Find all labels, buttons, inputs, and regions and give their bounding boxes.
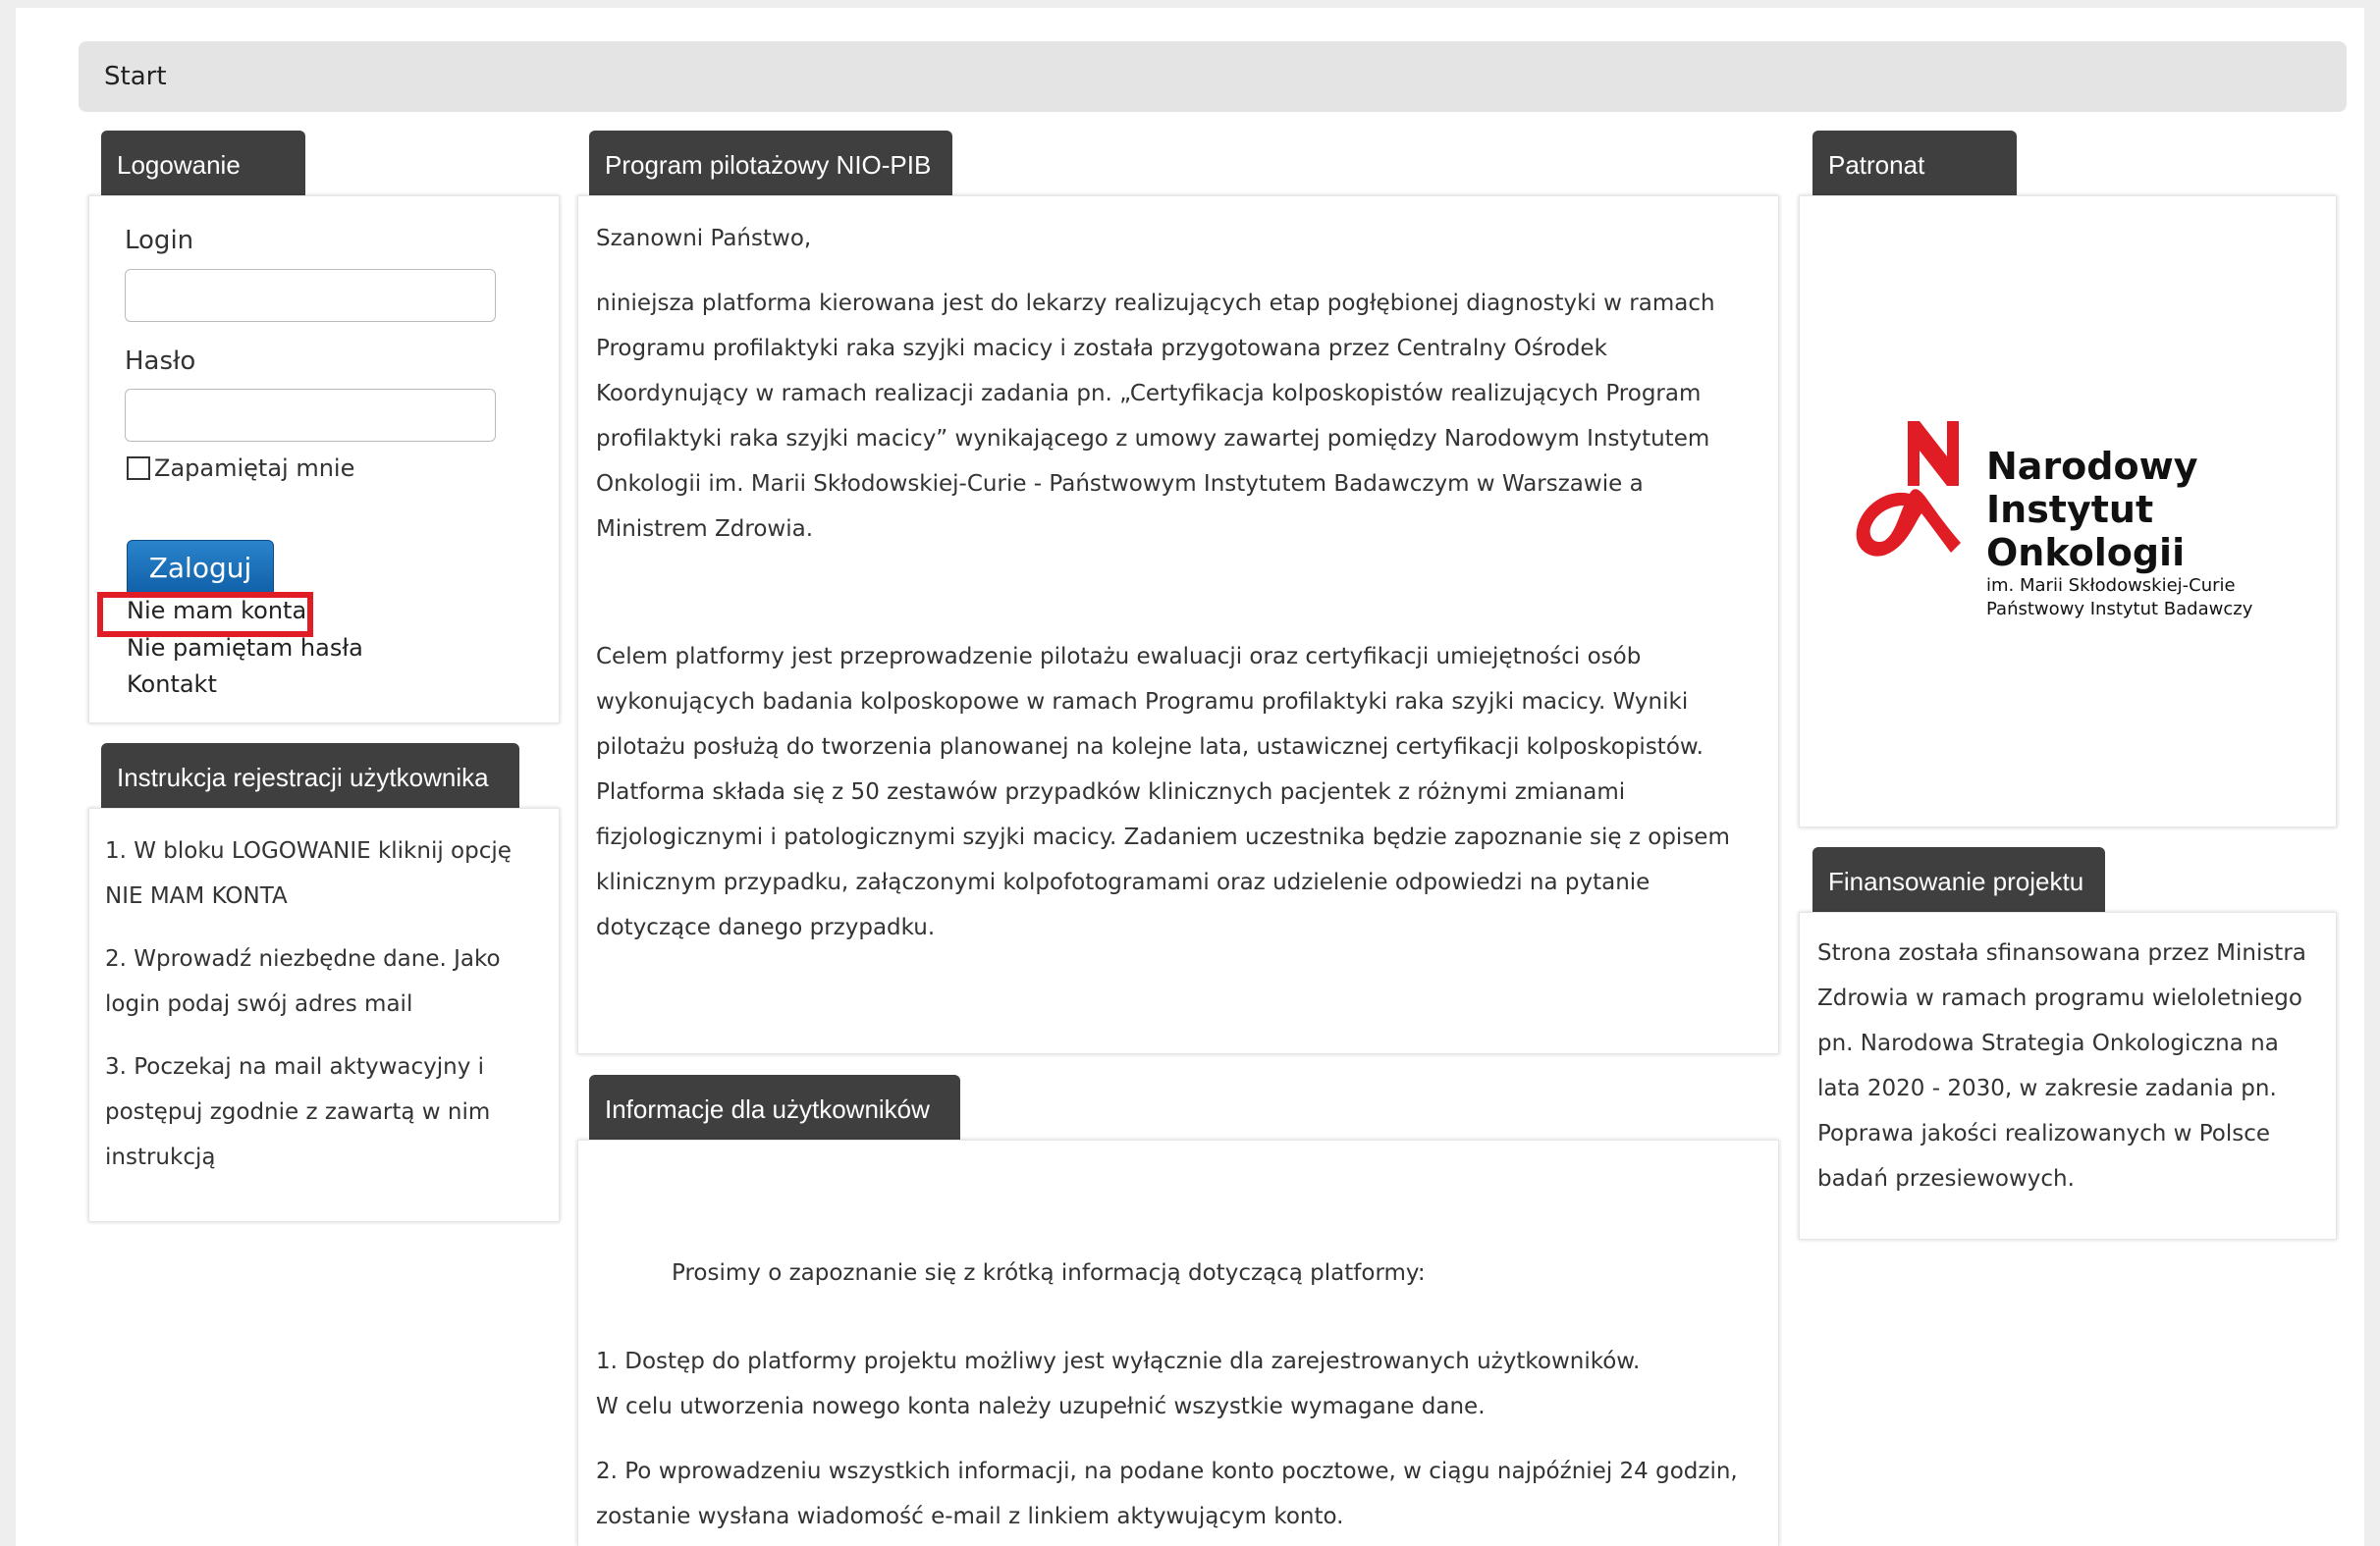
info-intro: Prosimy o zapoznanie się z krótką inform… <box>672 1260 1426 1286</box>
contact-link[interactable]: Kontakt <box>127 670 217 698</box>
program-greeting: Szanowni Państwo, <box>596 226 812 251</box>
info-panel: Prosimy o zapoznanie się z krótką inform… <box>577 1140 1779 1546</box>
login-input[interactable] <box>125 269 496 322</box>
login-panel-header: Logowanie <box>101 131 305 195</box>
logo-sub-2: Państwowy Instytut Badawczy <box>1986 599 2253 619</box>
instructions-panel-title: Instrukcja rejestracji użytkownika <box>117 763 489 792</box>
remember-me-checkbox[interactable] <box>127 456 150 480</box>
patronat-panel-header: Patronat <box>1812 131 2017 195</box>
funding-panel: Strona została sfinansowana przez Minist… <box>1799 912 2337 1240</box>
program-panel: Szanowni Państwo, niniejsza platforma ki… <box>577 195 1779 1054</box>
program-paragraph-2: Celem platformy jest przeprowadzenie pil… <box>596 644 1730 940</box>
logo-line-3: Onkologii <box>1986 531 2186 574</box>
login-button[interactable]: Zaloguj <box>127 540 274 597</box>
instruction-step-2: 2. Wprowadź niezbędne dane. Jako login p… <box>105 946 501 1017</box>
patronat-panel-title: Patronat <box>1828 150 1925 180</box>
login-panel-title: Logowanie <box>117 150 241 180</box>
patronat-panel: Narodowy Instytut Onkologii im. Marii Sk… <box>1799 195 2337 827</box>
info-panel-header: Informacje dla użytkowników <box>589 1075 960 1140</box>
no-account-link[interactable]: Nie mam konta <box>127 597 306 624</box>
info-item-2-line-1: 2. Po wprowadzeniu wszystkich informacji… <box>596 1459 1738 1484</box>
program-paragraph-1: niniejsza platforma kierowana jest do le… <box>596 291 1715 542</box>
login-label: Login <box>125 226 194 255</box>
logo-sub-1: im. Marii Skłodowskiej-Curie <box>1986 575 2236 596</box>
funding-panel-header: Finansowanie projektu <box>1812 847 2105 912</box>
instructions-panel: 1. W bloku LOGOWANIE kliknij opcję NIE M… <box>88 808 560 1222</box>
info-panel-title: Informacje dla użytkowników <box>605 1094 930 1124</box>
program-panel-header: Program pilotażowy NIO-PIB <box>589 131 952 195</box>
info-item-1-line-1: 1. Dostęp do platformy projektu możliwy … <box>596 1349 1641 1374</box>
password-input[interactable] <box>125 389 496 442</box>
info-item-2-line-2: zostanie wysłana wiadomość e-mail z link… <box>596 1504 1344 1529</box>
info-item-1-line-2: W celu utworzenia nowego konta należy uz… <box>596 1394 1486 1419</box>
instructions-panel-header: Instrukcja rejestracji użytkownika <box>101 743 519 808</box>
password-label: Hasło <box>125 347 196 376</box>
instruction-step-1: 1. W bloku LOGOWANIE kliknij opcję NIE M… <box>105 838 512 909</box>
logo-line-1: Narodowy <box>1986 445 2198 488</box>
funding-text: Strona została sfinansowana przez Minist… <box>1817 940 2306 1192</box>
program-panel-title: Program pilotażowy NIO-PIB <box>605 150 932 180</box>
nio-logo: Narodowy Instytut Onkologii im. Marii Sk… <box>1849 417 2320 633</box>
logo-line-2: Instytut <box>1986 488 2154 531</box>
breadcrumb: Start <box>79 41 2347 112</box>
funding-panel-title: Finansowanie projektu <box>1828 867 2084 896</box>
instruction-step-3: 3. Poczekaj na mail aktywacyjny i postęp… <box>105 1054 491 1170</box>
nio-logo-mark-icon <box>1856 421 1961 557</box>
page: Start Logowanie Login Hasło Zapamiętaj m… <box>0 0 2380 1546</box>
breadcrumb-start-link[interactable]: Start <box>104 62 167 91</box>
forgot-password-link[interactable]: Nie pamiętam hasła <box>127 634 363 662</box>
login-panel: Login Hasło Zapamiętaj mnie Zaloguj Nie … <box>88 195 560 723</box>
remember-me-label: Zapamiętaj mnie <box>154 454 355 482</box>
